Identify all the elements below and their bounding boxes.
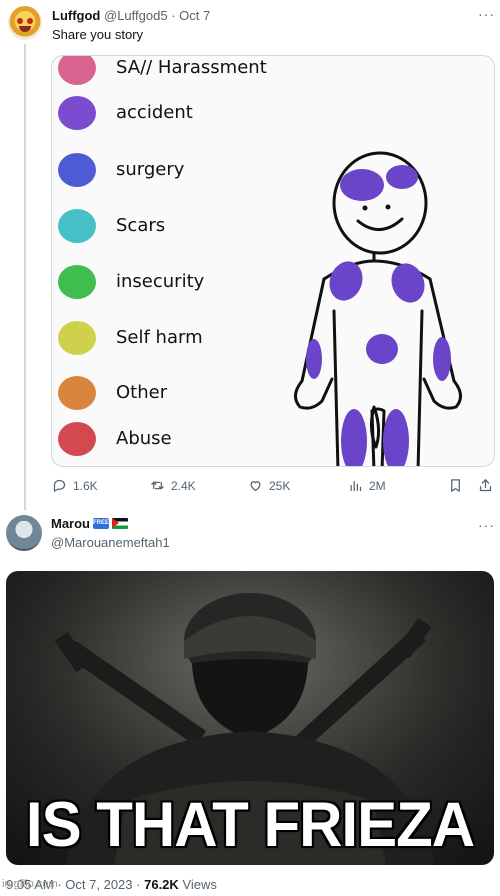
- legend-color-dot: [58, 321, 96, 355]
- legend-item: surgery: [52, 150, 272, 190]
- bookmark-icon: [451, 479, 460, 492]
- meme-caption: IS THAT FRIEZA: [25, 789, 475, 860]
- separator-dot: ·: [171, 8, 176, 23]
- legend-item: insecurity: [52, 262, 272, 302]
- more-options-icon[interactable]: ···: [478, 6, 495, 22]
- legend-color-dot: [58, 153, 96, 187]
- share-button[interactable]: [478, 478, 493, 493]
- views-button[interactable]: 2M: [348, 478, 386, 493]
- like-count: 25K: [269, 478, 291, 493]
- avatar-eye-left: [17, 18, 23, 24]
- legend-label: Self harm: [116, 327, 203, 348]
- separator-dot: ·: [57, 877, 62, 892]
- imgflip-watermark: imgflip.com: [2, 878, 58, 890]
- tweet-luffgod: Luffgod @Luffgod5 · Oct 7 ··· Share you …: [0, 0, 500, 510]
- legend-item: Scars: [52, 206, 272, 246]
- legend-item: SA// Harassment: [52, 56, 272, 88]
- author-name-row: Marou FREE: [51, 516, 128, 531]
- legend-item: Abuse: [52, 419, 272, 459]
- legend-item: Other: [52, 373, 272, 413]
- avatar-eye-right: [27, 18, 33, 24]
- meme-image[interactable]: IS THAT FRIEZA: [6, 571, 494, 865]
- legend-color-dot: [58, 265, 96, 299]
- thread-connector-line: [24, 44, 26, 510]
- legend-color-dot: [58, 209, 96, 243]
- legend-item: accident: [52, 93, 272, 133]
- author-name[interactable]: Marou: [51, 516, 90, 531]
- legend-color-dot: [58, 422, 96, 456]
- views-label: Views: [182, 877, 217, 892]
- palestine-flag-icon: [112, 518, 128, 529]
- avatar[interactable]: [8, 6, 42, 40]
- tweet-actions: 1.6K 2.4K 25K 2M: [0, 478, 500, 496]
- bookmark-button[interactable]: [448, 478, 463, 493]
- tweet-date[interactable]: Oct 7, 2023: [65, 877, 132, 892]
- reply-icon: [53, 479, 66, 492]
- legend-color-dot: [58, 96, 96, 130]
- stick-figure-drawing: [294, 151, 462, 466]
- avatar-mouth: [19, 26, 31, 32]
- legend-item: Self harm: [52, 318, 272, 358]
- share-icon: [479, 479, 492, 492]
- legend-label: insecurity: [116, 271, 205, 292]
- tweet-marou: Marou FREE @Marouanemeftah1 ··· IS THAT …: [0, 505, 500, 896]
- tweet-date[interactable]: Oct 7: [179, 8, 210, 23]
- legend-label: SA// Harassment: [116, 57, 267, 78]
- view-count: 2M: [369, 478, 386, 493]
- tweet-image[interactable]: SA// Harassment accident surgery Scars insec…: [51, 55, 495, 467]
- author-handle[interactable]: @Marouanemeftah1: [51, 535, 170, 550]
- heart-icon: [250, 481, 261, 492]
- analytics-icon: [350, 481, 362, 492]
- legend-label: accident: [116, 102, 193, 123]
- like-button[interactable]: 25K: [248, 478, 290, 493]
- legend-color-dot: [58, 56, 96, 85]
- author-name[interactable]: Luffgod: [52, 8, 100, 23]
- legend-label: Abuse: [116, 428, 172, 449]
- free-badge-icon: FREE: [93, 518, 109, 529]
- reply-count: 1.6K: [73, 478, 98, 493]
- author-handle[interactable]: @Luffgod5: [104, 8, 168, 23]
- repost-icon: [151, 481, 164, 490]
- legend-label: surgery: [116, 159, 185, 180]
- views-count: 76.2K: [144, 877, 179, 892]
- repost-count: 2.4K: [171, 478, 196, 493]
- repost-button[interactable]: 2.4K: [150, 478, 196, 493]
- separator-dot: ·: [136, 877, 141, 892]
- legend-color-dot: [58, 376, 96, 410]
- more-options-icon[interactable]: ···: [478, 517, 495, 533]
- reply-button[interactable]: 1.6K: [52, 478, 98, 493]
- tweet-text: Share you story: [52, 27, 144, 42]
- legend-label: Other: [116, 382, 168, 403]
- avatar[interactable]: [6, 515, 42, 551]
- tweet-header: Luffgod @Luffgod5 · Oct 7: [52, 8, 210, 23]
- legend-label: Scars: [116, 215, 166, 236]
